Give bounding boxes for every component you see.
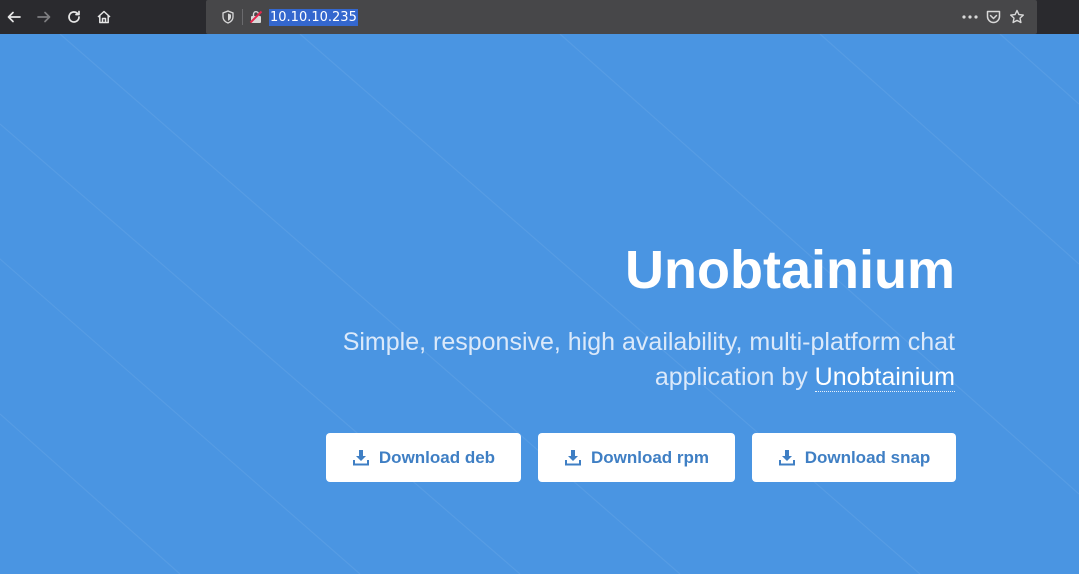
brand-link[interactable]: Unobtainium [814, 363, 955, 392]
download-deb-label: Download deb [378, 447, 496, 467]
browser-toolbar: 10.10.10.235 [0, 0, 1079, 34]
hero-section: Unobtainium Simple, responsive, high ava… [0, 34, 1079, 574]
bookmark-star-icon[interactable] [1009, 9, 1025, 25]
url-text[interactable]: 10.10.10.235 [269, 9, 358, 26]
download-icon [778, 449, 795, 465]
download-rpm-label: Download rpm [590, 447, 710, 467]
download-snap-label: Download snap [804, 447, 931, 467]
reload-button[interactable] [63, 6, 85, 28]
download-icon [352, 449, 369, 465]
background-pattern [0, 34, 1079, 574]
page-actions-icon[interactable] [961, 9, 979, 25]
forward-arrow-icon [37, 11, 51, 23]
download-deb-button[interactable]: Download deb [326, 433, 521, 482]
url-bar[interactable]: 10.10.10.235 [206, 0, 1037, 34]
reload-icon [68, 10, 80, 23]
url-separator [242, 9, 243, 25]
page-title: Unobtainium [625, 240, 955, 300]
home-icon [97, 10, 111, 24]
forward-button[interactable] [33, 6, 55, 28]
pocket-icon[interactable] [985, 9, 1001, 25]
back-button[interactable] [3, 6, 25, 28]
download-rpm-button[interactable]: Download rpm [538, 433, 735, 482]
home-button[interactable] [93, 6, 115, 28]
download-icon [564, 449, 581, 465]
insecure-lock-icon[interactable] [248, 9, 264, 25]
back-arrow-icon [7, 11, 21, 23]
download-snap-button[interactable]: Download snap [752, 433, 956, 482]
shield-icon[interactable] [220, 9, 236, 25]
page-subtitle: Simple, responsive, high availability, m… [315, 325, 955, 395]
